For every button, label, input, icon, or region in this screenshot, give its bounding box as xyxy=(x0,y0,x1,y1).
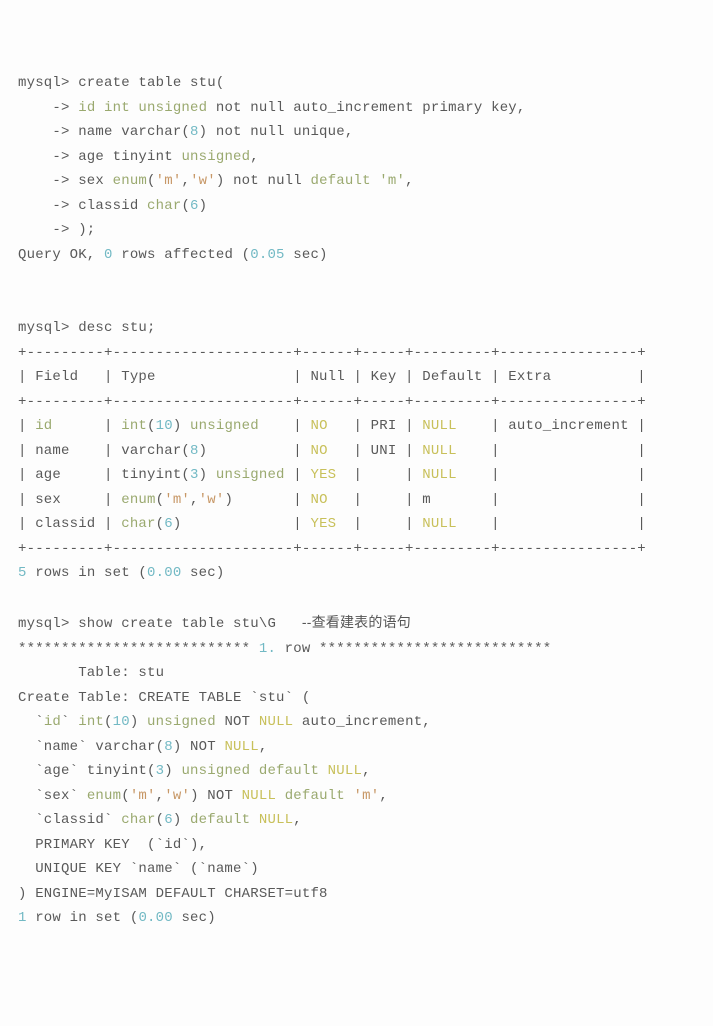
table-row: | age | tinyint(3) unsigned | YES | | NU… xyxy=(18,467,646,483)
table-header: | Field | Type | Null | Key | Default | … xyxy=(18,369,646,385)
line: -> sex enum('m','w') not null default 'm… xyxy=(18,173,414,189)
line: -> age tinyint unsigned, xyxy=(18,149,259,165)
line: `sex` enum('m','w') NOT NULL default 'm'… xyxy=(18,788,388,804)
query-ok: Query OK, 0 rows affected (0.05 sec) xyxy=(18,247,328,263)
table-row: | classid | char(6) | YES | | NULL | | xyxy=(18,516,646,532)
line: -> id int unsigned not null auto_increme… xyxy=(18,100,526,116)
line: -> classid char(6) xyxy=(18,198,207,214)
line: mysql> show create table stu\G --查看建表的语句 xyxy=(18,616,411,632)
line: -> ); xyxy=(18,222,95,238)
table-border: +---------+---------------------+------+… xyxy=(18,394,646,410)
line: `id` int(10) unsigned NOT NULL auto_incr… xyxy=(18,714,431,730)
table-border: +---------+---------------------+------+… xyxy=(18,541,646,557)
line: mysql> desc stu; xyxy=(18,320,156,336)
line: Create Table: CREATE TABLE `stu` ( xyxy=(18,690,310,706)
line: `classid` char(6) default NULL, xyxy=(18,812,302,828)
line: UNIQUE KEY `name` (`name`) xyxy=(18,861,259,877)
line: Table: stu xyxy=(18,665,164,681)
line: mysql> create table stu( xyxy=(18,75,224,91)
result-footer: 1 row in set (0.00 sec) xyxy=(18,910,216,926)
line: ) ENGINE=MyISAM DEFAULT CHARSET=utf8 xyxy=(18,886,328,902)
line: `name` varchar(8) NOT NULL, xyxy=(18,739,267,755)
table-border: +---------+---------------------+------+… xyxy=(18,345,646,361)
table-row: | id | int(10) unsigned | NO | PRI | NUL… xyxy=(18,418,646,434)
row-separator: *************************** 1. row *****… xyxy=(18,641,551,657)
table-row: | name | varchar(8) | NO | UNI | NULL | … xyxy=(18,443,646,459)
line: `age` tinyint(3) unsigned default NULL, xyxy=(18,763,371,779)
result-footer: 5 rows in set (0.00 sec) xyxy=(18,565,224,581)
line: -> name varchar(8) not null unique, xyxy=(18,124,353,140)
terminal-output: mysql> create table stu( -> id int unsig… xyxy=(18,71,695,931)
line: PRIMARY KEY (`id`), xyxy=(18,837,207,853)
table-row: | sex | enum('m','w') | NO | | m | | xyxy=(18,492,646,508)
